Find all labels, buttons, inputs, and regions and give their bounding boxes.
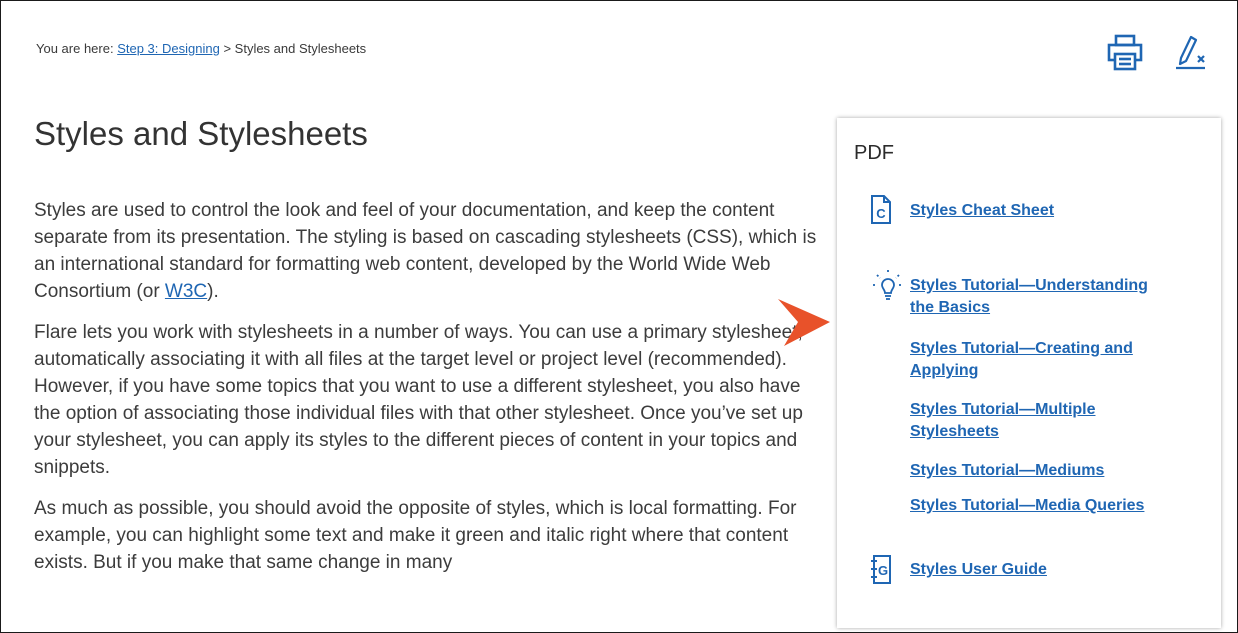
breadcrumb: You are here: Step 3: Designing > Styles… — [36, 41, 366, 56]
tutorial-2-line-1: Styles Tutorial—Creating and — [910, 340, 1133, 357]
pen-clear-highlight-icon — [1176, 35, 1205, 70]
tutorial-2-line-2: Applying — [910, 362, 979, 379]
breadcrumb-separator: > — [219, 41, 235, 56]
main-content: Styles are used to control the look and … — [34, 197, 829, 590]
breadcrumb-current: Styles and Stylesheets — [234, 41, 367, 56]
paragraph-intro-text: Styles are used to control the look and … — [34, 200, 817, 302]
link-tutorial-understanding-basics[interactable]: Styles Tutorial—Understanding the Basics — [910, 275, 1148, 319]
user-guide-g-icon: G — [871, 555, 891, 584]
page-title: Styles and Stylesheets — [34, 115, 368, 152]
breadcrumb-link-step3[interactable]: Step 3: Designing — [117, 41, 220, 56]
paragraph-intro: Styles are used to control the look and … — [34, 197, 829, 305]
link-styles-user-guide[interactable]: Styles User Guide — [910, 559, 1047, 581]
link-tutorial-media-queries[interactable]: Styles Tutorial—Media Queries — [910, 495, 1144, 517]
link-tutorial-mediums[interactable]: Styles Tutorial—Mediums — [910, 460, 1104, 482]
clear-highlights-button[interactable] — [1172, 33, 1208, 73]
tutorial-1-line-2: the Basics — [910, 299, 991, 316]
page-frame: You are here: Step 3: Designing > Styles… — [0, 0, 1238, 633]
lightbulb-icon — [873, 270, 903, 300]
breadcrumb-prefix: You are here: — [36, 41, 118, 56]
tutorial-3-line-1: Styles Tutorial—Multiple — [910, 401, 1096, 418]
paragraph-local-formatting: As much as possible, you should avoid th… — [34, 498, 797, 573]
print-button[interactable] — [1105, 33, 1145, 73]
svg-text:C: C — [876, 206, 886, 221]
tutorial-1-line-1: Styles Tutorial—Understanding — [910, 277, 1148, 294]
paragraph-intro-end: ). — [207, 281, 219, 302]
svg-text:G: G — [878, 563, 888, 578]
tutorial-3-line-2: Stylesheets — [910, 423, 999, 440]
pdf-panel: PDF C Styles Cheat Sheet Styles Tutorial… — [837, 118, 1221, 628]
w3c-link[interactable]: W3C — [165, 281, 207, 302]
paragraph-flare: Flare lets you work with stylesheets in … — [34, 322, 803, 478]
pointer-arrow-icon — [778, 299, 830, 346]
link-tutorial-multiple-stylesheets[interactable]: Styles Tutorial—Multiple Stylesheets — [910, 399, 1096, 443]
cheat-sheet-c-icon: C — [871, 195, 891, 224]
link-styles-cheat-sheet[interactable]: Styles Cheat Sheet — [910, 200, 1054, 222]
link-tutorial-creating-applying[interactable]: Styles Tutorial—Creating and Applying — [910, 338, 1133, 382]
printer-icon — [1107, 34, 1143, 71]
pdf-heading: PDF — [854, 142, 894, 164]
